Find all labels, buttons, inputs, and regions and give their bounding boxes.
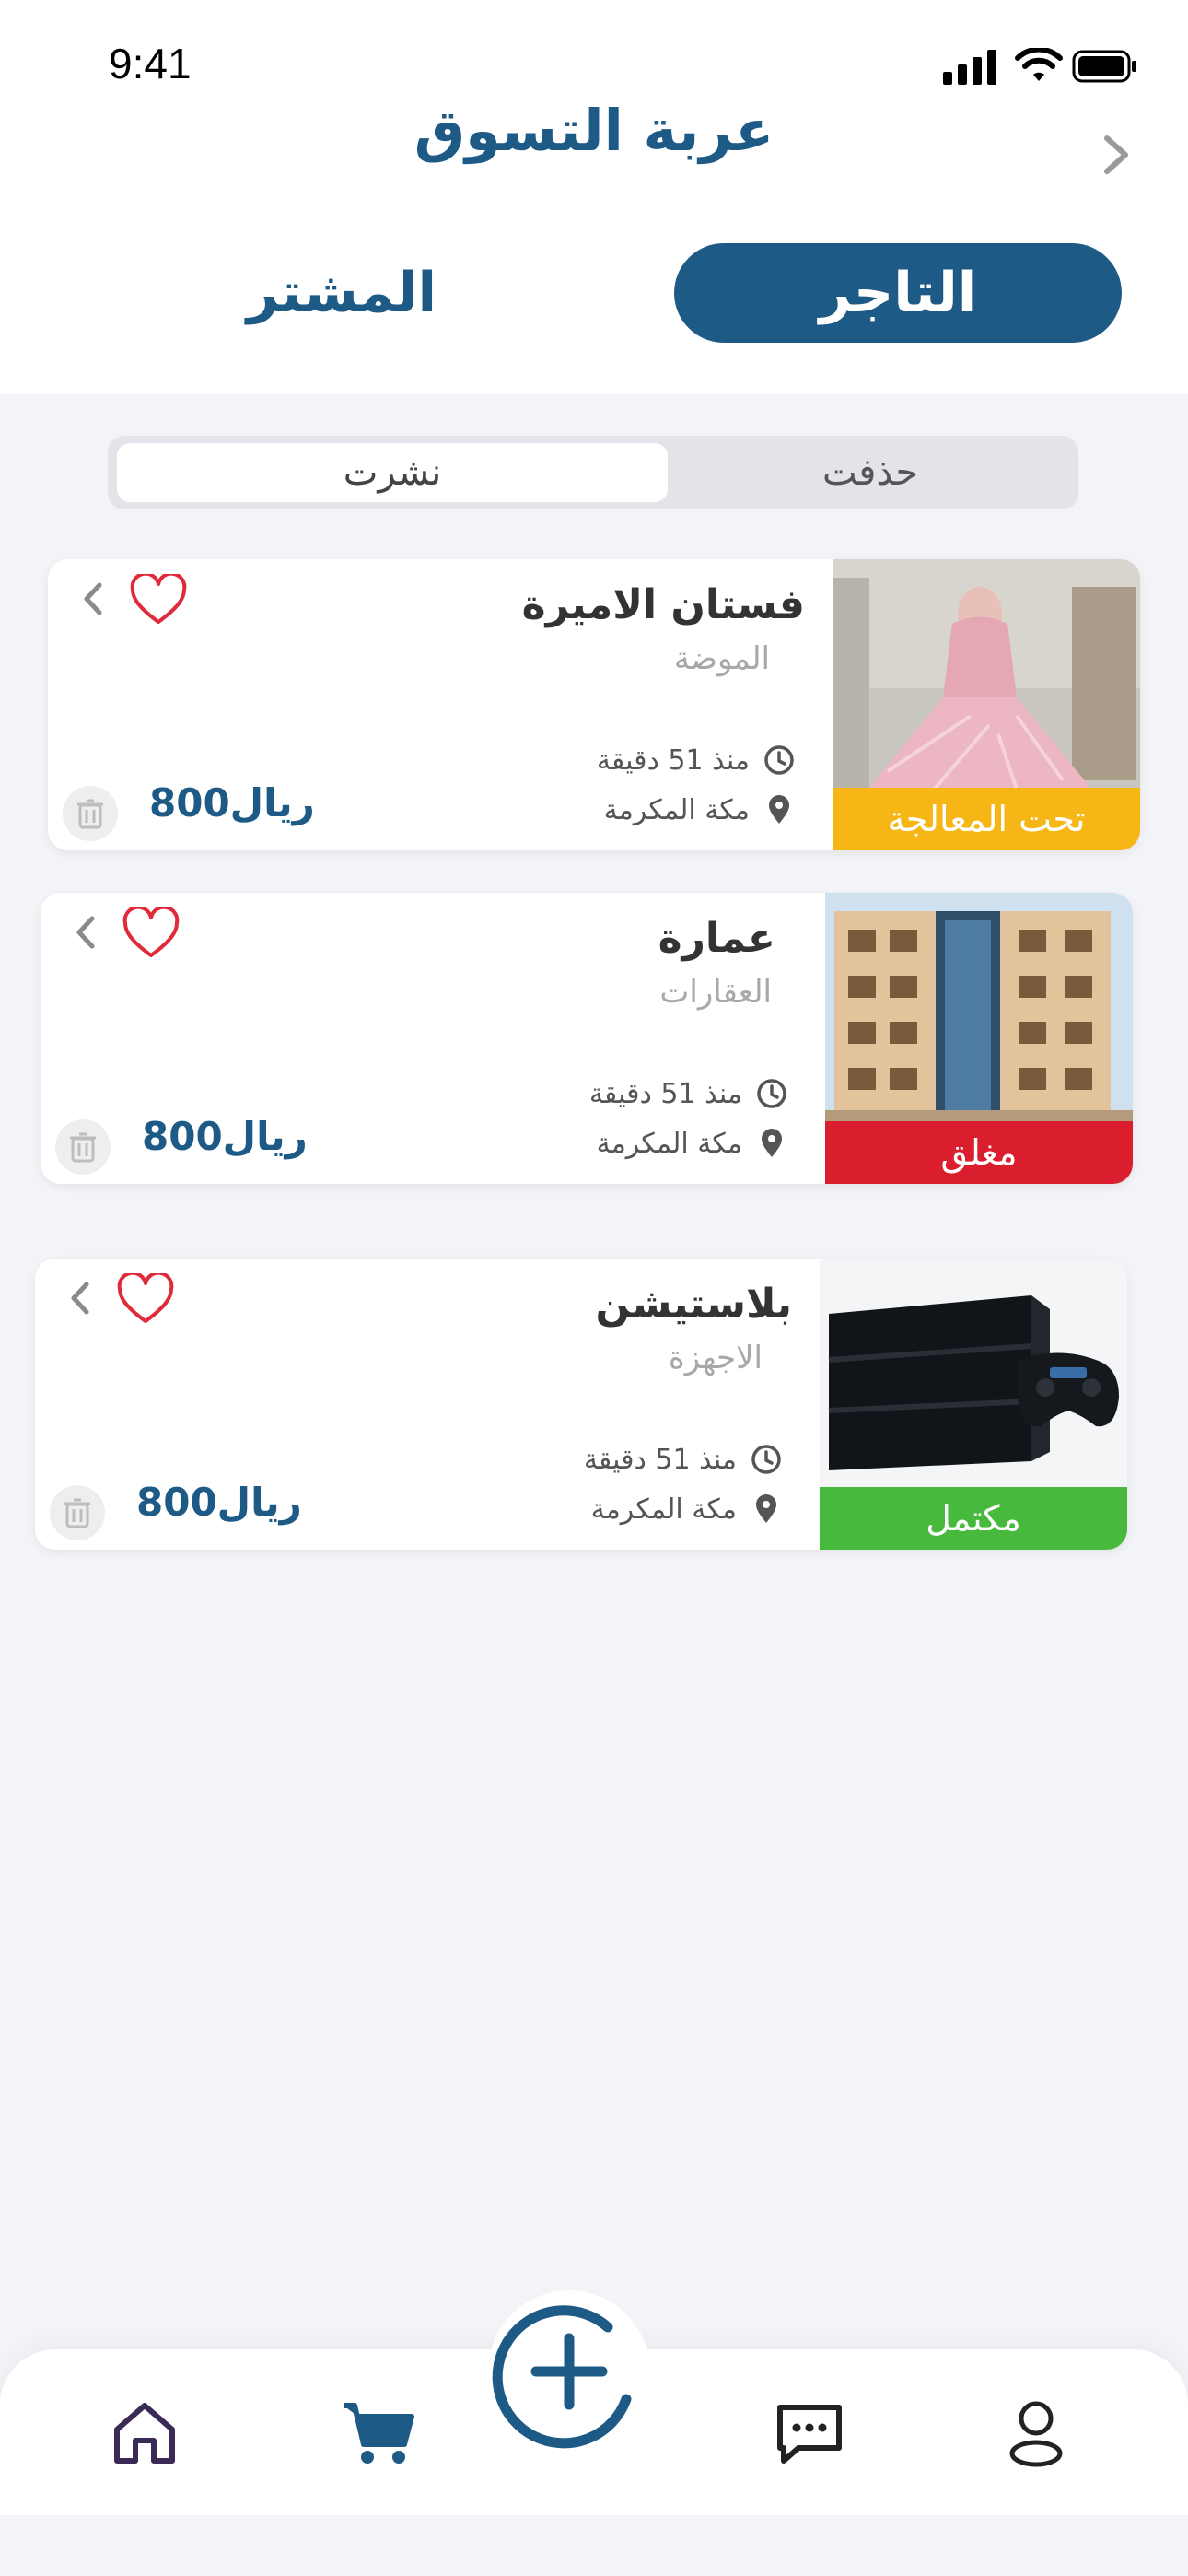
segment-deleted[interactable]: حذفت	[671, 443, 1069, 502]
status-bar: 9:41	[0, 0, 1188, 111]
location-row: مكة المكرمة	[597, 1123, 788, 1164]
time-row: منذ 51 دقيقة	[589, 1073, 788, 1114]
console-image: مكتمل	[820, 1259, 1127, 1550]
price: 800ريال	[136, 1480, 302, 1525]
wifi-icon	[1015, 48, 1063, 81]
delete-button[interactable]	[50, 1485, 105, 1540]
status-icons	[943, 48, 1136, 85]
location-pin-icon	[756, 1494, 776, 1523]
tab-buyer[interactable]: المشتر	[181, 243, 503, 343]
product-card[interactable]: تحت المعالجة فستان الاميرة الموضة منذ 51…	[48, 559, 1140, 850]
nav-home[interactable]	[103, 2392, 186, 2475]
chevron-left-icon[interactable]	[64, 1275, 96, 1321]
signal-icon	[943, 50, 996, 85]
card-category: الموضة	[673, 640, 770, 677]
heart-icon[interactable]	[129, 574, 188, 627]
card-title: فستان الاميرة	[521, 581, 805, 628]
chevron-left-icon[interactable]	[70, 909, 101, 955]
status-badge: مغلق	[825, 1121, 1133, 1184]
bottom-safe-area	[0, 2515, 1188, 2576]
role-tabs: التاجر المشتر	[0, 240, 1188, 350]
dress-image: تحت المعالجة	[833, 559, 1140, 850]
time-row: منذ 51 دقيقة	[597, 740, 796, 780]
trash-icon	[64, 1498, 90, 1528]
cart-icon	[344, 2403, 414, 2464]
status-badge: تحت المعالجة	[833, 788, 1140, 850]
segmented-control: نشرت حذفت	[108, 436, 1078, 509]
price: 800ريال	[149, 780, 315, 825]
location-pin-icon	[762, 1129, 782, 1157]
location-pin-icon	[769, 795, 789, 824]
card-title: عمارة	[658, 915, 775, 962]
add-icon	[492, 2305, 632, 2449]
card-category: الاجهزة	[668, 1340, 763, 1376]
time-text: منذ 51 دقيقة	[596, 744, 750, 777]
nav-chat[interactable]	[768, 2392, 851, 2475]
chat-icon	[777, 2405, 842, 2464]
location-row: مكة المكرمة	[591, 1489, 783, 1529]
chevron-left-icon[interactable]	[77, 576, 109, 622]
delete-button[interactable]	[55, 1119, 111, 1175]
building-image: مغلق	[825, 893, 1133, 1184]
chevron-right-icon[interactable]	[1096, 127, 1138, 182]
time-text: منذ 51 دقيقة	[583, 1443, 737, 1476]
trash-icon	[70, 1132, 96, 1163]
product-card[interactable]: مغلق عمارة العقارات منذ 51 دقيقة مكة الم…	[41, 893, 1133, 1184]
home-icon	[114, 2403, 175, 2464]
profile-icon	[1009, 2401, 1063, 2467]
location-text: مكة المكرمة	[590, 1493, 737, 1526]
add-button[interactable]	[488, 2290, 650, 2453]
clock-icon	[751, 1445, 781, 1474]
location-text: مكة المكرمة	[603, 793, 750, 826]
nav-profile[interactable]	[995, 2392, 1077, 2475]
battery-icon	[1072, 50, 1136, 83]
time-text: منذ 51 دقيقة	[588, 1077, 742, 1110]
location-row: مكة المكرمة	[604, 790, 796, 830]
page-title: عربة التسوق	[413, 97, 775, 164]
clock-icon	[757, 1079, 786, 1108]
card-category: العقارات	[659, 974, 772, 1011]
heart-icon[interactable]	[122, 907, 181, 961]
price: 800ريال	[142, 1114, 308, 1159]
tab-merchant[interactable]: التاجر	[674, 243, 1122, 343]
location-text: مكة المكرمة	[596, 1127, 742, 1160]
nav-cart[interactable]	[337, 2392, 420, 2475]
segment-published[interactable]: نشرت	[117, 443, 668, 502]
clock-icon	[764, 745, 794, 775]
status-badge: مكتمل	[820, 1487, 1127, 1550]
delete-button[interactable]	[63, 786, 118, 841]
time-row: منذ 51 دقيقة	[584, 1439, 783, 1480]
card-title: بلاستيشن	[595, 1281, 793, 1328]
status-time: 9:41	[109, 40, 192, 88]
product-card[interactable]: مكتمل بلاستيشن الاجهزة منذ 51 دقيقة مكة …	[35, 1259, 1127, 1550]
heart-icon[interactable]	[116, 1273, 175, 1327]
trash-icon	[77, 799, 103, 829]
